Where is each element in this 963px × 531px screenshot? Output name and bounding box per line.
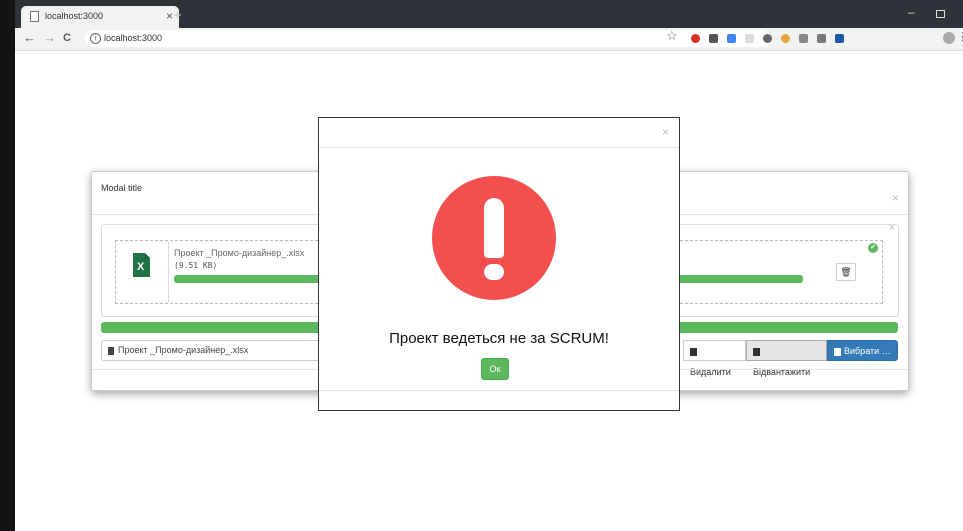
blank-extension-icon[interactable]: [745, 34, 754, 43]
menu-icon[interactable]: ⋮: [957, 30, 963, 43]
tab-close-icon[interactable]: ×: [166, 9, 173, 23]
url-text: localhost:3000: [104, 33, 163, 43]
file-name: Проект _Промо-дизайнер_.xlsx: [174, 248, 305, 258]
excel-icon-letter: X: [137, 261, 145, 273]
alert-close-icon[interactable]: ×: [662, 125, 669, 139]
alert-dialog: × Проект ведеться не за SCRUM! Ок: [318, 117, 680, 411]
trash-icon: [690, 347, 697, 356]
modal-close-icon[interactable]: ×: [892, 191, 899, 205]
tab-title: localhost:3000: [45, 11, 104, 21]
folder-open-icon: [834, 347, 841, 356]
back-button[interactable]: ←: [23, 30, 36, 45]
opera-extension-icon[interactable]: [691, 34, 700, 43]
minimize-button[interactable]: –: [908, 5, 915, 19]
bookmark-star-icon[interactable]: ☆: [666, 28, 678, 44]
browse-button-label: Вибрати …: [844, 346, 891, 356]
alert-header-divider: [319, 147, 679, 148]
dropzone-close-icon[interactable]: ×: [889, 222, 895, 234]
page-icon: [30, 11, 39, 22]
browser-toolbar: ← → C i localhost:3000 ☆ ⋮: [15, 28, 963, 51]
excel-file-icon: X: [133, 253, 150, 277]
page-viewport: Modal title × × X Проект _Промо-дизайнер…: [15, 51, 963, 531]
browse-button[interactable]: Вибрати …: [827, 340, 898, 361]
profile-avatar-icon[interactable]: [943, 32, 955, 44]
upload-button[interactable]: Відвантажити: [746, 340, 827, 377]
gear-extension-icon[interactable]: [781, 34, 790, 43]
browser-window: localhost:3000 × + – ← → C i localhost:3…: [15, 0, 963, 531]
browser-tab[interactable]: localhost:3000 ×: [21, 6, 179, 28]
file-thumbnail: X: [116, 241, 169, 303]
modal-title: Modal title: [101, 183, 143, 193]
info-icon[interactable]: i: [90, 33, 101, 44]
new-tab-button[interactable]: +: [173, 7, 182, 24]
upload-success-icon: ✔: [868, 243, 878, 253]
title-bar: localhost:3000 × + –: [15, 0, 963, 28]
upload-icon: [753, 347, 760, 356]
ok-button[interactable]: Ок: [481, 358, 509, 380]
warning-exclamation-icon: [432, 176, 556, 300]
forward-button[interactable]: →: [43, 30, 56, 45]
file-size: (9.51 KB): [174, 261, 218, 270]
caption-text: Проект _Промо-дизайнер_.xlsx: [118, 345, 249, 355]
shield-extension-icon[interactable]: [763, 34, 772, 43]
file-delete-button[interactable]: 🗑: [836, 263, 856, 281]
box-extension-icon[interactable]: [817, 34, 826, 43]
pocket-extension-icon[interactable]: [709, 34, 718, 43]
remove-button[interactable]: Видалити: [683, 340, 746, 377]
alert-footer-divider: [319, 390, 679, 391]
restore-button[interactable]: [936, 10, 945, 18]
translate-extension-icon[interactable]: [727, 34, 736, 43]
reload-button[interactable]: C: [63, 32, 71, 44]
file-icon: [108, 346, 114, 355]
filter-extension-icon[interactable]: [799, 34, 808, 43]
id-extension-icon[interactable]: [835, 34, 844, 43]
alert-message: Проект ведеться не за SCRUM!: [389, 330, 609, 347]
